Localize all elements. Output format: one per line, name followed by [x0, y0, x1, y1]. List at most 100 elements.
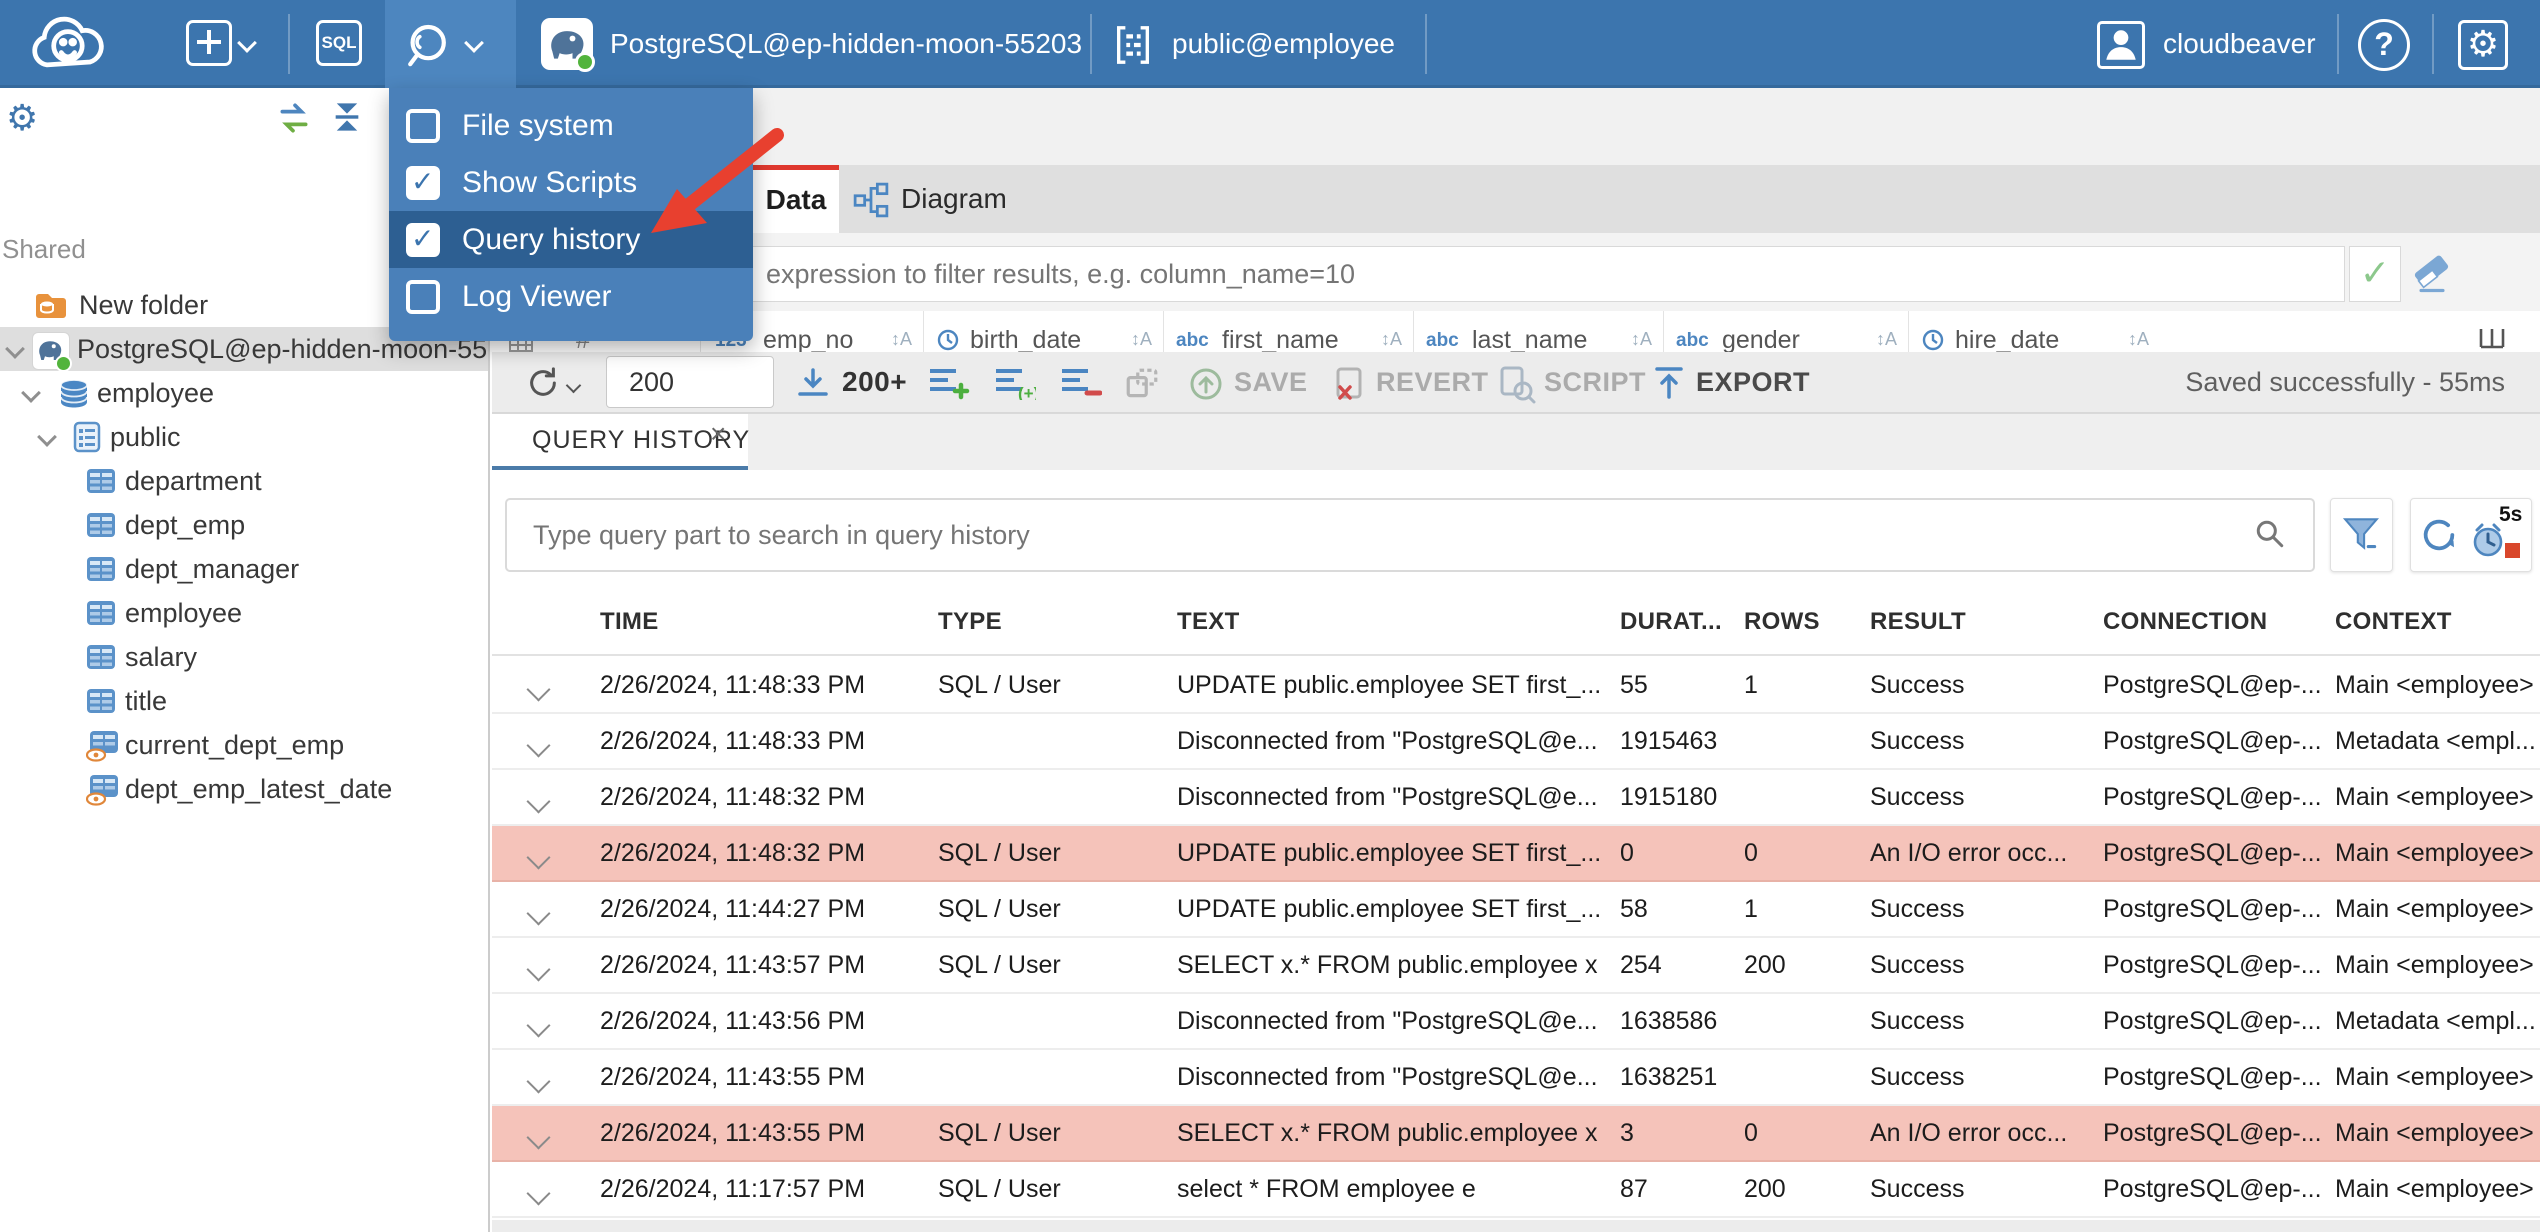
table-row[interactable]: 2/26/2024, 11:48:32 PM Disconnected from…: [492, 770, 2540, 826]
tools-menu-button[interactable]: [385, 0, 516, 88]
delete-row-icon[interactable]: [1060, 366, 1103, 405]
table-row[interactable]: 2/26/2024, 11:48:32 PM SQL / User UPDATE…: [492, 826, 2540, 882]
sidebar-item-table-employee[interactable]: employee: [0, 591, 488, 635]
table-row[interactable]: 2/26/2024, 11:48:33 PM SQL / User UPDATE…: [492, 658, 2540, 714]
column-header-result[interactable]: RESULT: [1870, 590, 1966, 654]
refresh-icon[interactable]: [2419, 515, 2459, 560]
table-row[interactable]: 2/26/2024, 11:43:56 PM Disconnected from…: [492, 994, 2540, 1050]
sync-connection-icon[interactable]: [276, 102, 312, 139]
save-icon[interactable]: [1188, 366, 1224, 407]
sidebar-item-table-title[interactable]: title: [0, 679, 488, 723]
script-icon[interactable]: [1498, 366, 1536, 409]
chevron-down-icon[interactable]: [526, 1181, 551, 1206]
checkbox-checked-icon[interactable]: [406, 165, 440, 200]
chevron-down-icon[interactable]: [526, 677, 551, 702]
chevron-down-icon[interactable]: [526, 1125, 551, 1150]
sidebar-item-view-current-dept-emp[interactable]: current_dept_emp: [0, 723, 488, 767]
copy-grayed-icon[interactable]: [1124, 366, 1160, 407]
query-history-filter-button[interactable]: [2330, 498, 2393, 572]
sidebar-item-table-dept-emp[interactable]: dept_emp: [0, 503, 488, 547]
topbar-schema-name[interactable]: public@employee: [1172, 0, 1395, 88]
close-icon[interactable]: ×: [710, 418, 726, 450]
column-header-duration[interactable]: DURAT...: [1620, 590, 1722, 654]
table-row[interactable]: 2/26/2024, 11:17:57 PM SQL / User select…: [492, 1162, 2540, 1218]
filter-expression-input[interactable]: [492, 246, 2345, 302]
sql-editor-button[interactable]: SQL: [316, 20, 362, 66]
new-connection-button[interactable]: [186, 20, 232, 66]
collapse-all-icon[interactable]: [330, 100, 364, 139]
table-row[interactable]: 2/26/2024, 11:43:55 PM Disconnected from…: [492, 1050, 2540, 1106]
new-connection-chevron-icon[interactable]: [237, 33, 257, 53]
sort-icon[interactable]: ↕A: [1381, 329, 1402, 350]
tab-diagram[interactable]: Diagram: [839, 165, 1109, 233]
grid-column-gender[interactable]: abc gender ↕A: [1663, 311, 1909, 352]
tree-settings-gear-icon[interactable]: ⚙: [6, 98, 38, 139]
chevron-down-icon[interactable]: [526, 901, 551, 926]
eraser-icon[interactable]: [2408, 249, 2456, 302]
menu-item-query-history[interactable]: Query history: [389, 211, 753, 268]
settings-button[interactable]: ⚙: [2458, 20, 2508, 70]
export-button[interactable]: EXPORT: [1696, 352, 1810, 412]
table-row[interactable]: 2/26/2024, 11:44:27 PM SQL / User UPDATE…: [492, 882, 2540, 938]
chevron-down-icon[interactable]: [526, 1069, 551, 1094]
grid-columns-view-icon[interactable]: [2478, 327, 2506, 352]
sort-icon[interactable]: ↕A: [1876, 329, 1897, 350]
horizontal-scroll-area[interactable]: [492, 1220, 2540, 1232]
menu-item-log-viewer[interactable]: Log Viewer: [389, 268, 753, 325]
sort-icon[interactable]: ↕A: [1631, 329, 1652, 350]
checkbox-unchecked-icon[interactable]: [406, 279, 440, 314]
help-button[interactable]: ?: [2358, 19, 2410, 71]
refresh-chevron-icon[interactable]: [565, 377, 582, 394]
sort-icon[interactable]: ↕A: [1131, 329, 1152, 350]
query-history-search-input[interactable]: [505, 498, 2315, 572]
grid-column-birth-date[interactable]: birth_date ↕A: [923, 311, 1164, 352]
table-row[interactable]: 2/26/2024, 11:43:57 PM SQL / User SELECT…: [492, 938, 2540, 994]
checkbox-checked-icon[interactable]: [406, 222, 440, 257]
chevron-down-icon[interactable]: [526, 957, 551, 982]
column-header-context[interactable]: CONTEXT: [2335, 590, 2452, 654]
query-history-refresh-group[interactable]: 5s: [2410, 498, 2532, 572]
sidebar-item-view-dept-emp-latest-date[interactable]: dept_emp_latest_date: [0, 767, 488, 811]
export-icon[interactable]: [1654, 366, 1684, 405]
duplicate-row-icon[interactable]: (+): [994, 366, 1039, 405]
column-header-rows[interactable]: ROWS: [1744, 590, 1820, 654]
user-avatar-icon[interactable]: [2097, 21, 2145, 69]
script-button[interactable]: SCRIPT: [1544, 352, 1646, 412]
column-header-type[interactable]: TYPE: [938, 590, 1002, 654]
sidebar-item-database-employee[interactable]: employee: [0, 371, 488, 415]
revert-icon[interactable]: [1332, 366, 1366, 407]
fetch-page-icon[interactable]: [796, 368, 830, 403]
sidebar-item-table-dept-manager[interactable]: dept_manager: [0, 547, 488, 591]
grid-column-hire-date[interactable]: hire_date ↕A: [1908, 311, 2161, 352]
add-row-icon[interactable]: [928, 366, 970, 405]
column-header-time[interactable]: TIME: [600, 590, 659, 654]
sidebar-item-schema-public[interactable]: public: [0, 415, 488, 459]
table-row[interactable]: 2/26/2024, 11:43:55 PM SQL / User SELECT…: [492, 1106, 2540, 1162]
refresh-icon[interactable]: [526, 366, 560, 405]
menu-item-file-system[interactable]: File system: [389, 97, 753, 154]
topbar-connection-name[interactable]: PostgreSQL@ep-hidden-moon-55203: [610, 0, 1082, 88]
sort-icon[interactable]: ↕A: [891, 329, 912, 350]
fetch-more-label[interactable]: 200+: [842, 352, 907, 412]
chevron-down-icon[interactable]: [526, 733, 551, 758]
user-name-label[interactable]: cloudbeaver: [2163, 0, 2316, 88]
stop-auto-refresh-icon[interactable]: [2505, 543, 2520, 558]
tab-data[interactable]: Data: [753, 165, 839, 233]
sidebar-item-table-department[interactable]: department: [0, 459, 488, 503]
column-header-connection[interactable]: CONNECTION: [2103, 590, 2267, 654]
row-limit-input[interactable]: [606, 356, 774, 408]
revert-button[interactable]: REVERT: [1376, 352, 1489, 412]
column-header-text[interactable]: TEXT: [1177, 590, 1240, 654]
chevron-down-icon[interactable]: [526, 845, 551, 870]
sort-icon[interactable]: ↕A: [2128, 329, 2149, 350]
save-button[interactable]: SAVE: [1234, 352, 1308, 412]
chevron-down-icon[interactable]: [526, 1013, 551, 1038]
table-row[interactable]: 2/26/2024, 11:48:33 PM Disconnected from…: [492, 714, 2540, 770]
grid-column-first-name[interactable]: abc first_name ↕A: [1163, 311, 1414, 352]
chevron-down-icon[interactable]: [526, 789, 551, 814]
menu-item-show-scripts[interactable]: Show Scripts: [389, 154, 753, 211]
tab-query-history[interactable]: QUERY HISTORY ×: [492, 414, 749, 471]
sidebar-item-table-salary[interactable]: salary: [0, 635, 488, 679]
apply-filter-button[interactable]: ✓: [2349, 246, 2401, 302]
grid-column-last-name[interactable]: abc last_name ↕A: [1413, 311, 1664, 352]
